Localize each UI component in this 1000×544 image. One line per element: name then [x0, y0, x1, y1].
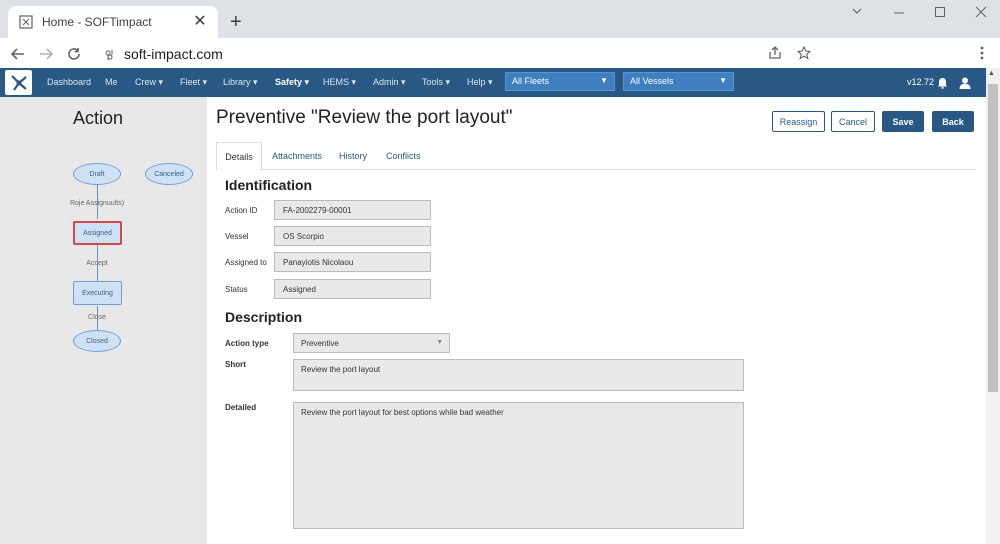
forward-arrow-icon[interactable]: [36, 44, 56, 64]
content-tabs: [216, 142, 976, 170]
browser-menu-icon[interactable]: [979, 46, 985, 64]
tab-history[interactable]: History: [339, 151, 367, 161]
version-label: v12.72: [907, 77, 935, 87]
action-id-label: Action ID: [225, 206, 258, 215]
caret-down-icon: ▼: [600, 76, 608, 85]
page-title: Preventive "Review the port layout": [216, 107, 513, 128]
share-icon[interactable]: [768, 46, 782, 64]
site-info-icon[interactable]: [104, 48, 116, 66]
tab-title: Home - SOFTimpact: [42, 15, 152, 29]
nav-library[interactable]: Library ▾: [223, 77, 258, 88]
softimpact-favicon-icon: [18, 14, 34, 30]
caret-down-icon: ▼: [436, 339, 443, 346]
detailed-label: Detailed: [225, 403, 257, 412]
user-icon[interactable]: [959, 76, 971, 94]
fleet-select-value: All Fleets: [512, 76, 550, 86]
caret-down-icon: ▼: [719, 76, 727, 85]
softimpact-logo-icon[interactable]: [5, 70, 32, 95]
browser-tab[interactable]: Home - SOFTimpact ✕: [8, 6, 218, 38]
vessel-field: OS Scorpio: [274, 226, 431, 246]
scrollbar-thumb[interactable]: [988, 84, 998, 392]
transition-label: Close: [88, 314, 106, 321]
transition-label: Roje Assignuults): [69, 200, 125, 207]
new-tab-icon[interactable]: +: [230, 12, 242, 32]
reassign-button[interactable]: Reassign: [772, 111, 825, 132]
transition-label: Accept: [86, 260, 108, 267]
nav-hems[interactable]: HEMS ▾: [323, 77, 356, 88]
tab-conflicts[interactable]: Conflicts: [386, 151, 421, 161]
assigned-to-field: Panayiotis Nicolaou: [274, 252, 431, 272]
action-type-select[interactable]: Preventive ▼: [293, 333, 450, 353]
nav-fleet[interactable]: Fleet ▾: [180, 77, 207, 88]
state-canceled[interactable]: Canceled: [145, 163, 193, 185]
nav-safety[interactable]: Safety ▾: [275, 77, 309, 88]
reload-icon[interactable]: [64, 44, 84, 64]
vessel-select-value: All Vessels: [630, 76, 674, 86]
action-id-field: FA-2002279-00001: [274, 200, 431, 220]
fleet-select[interactable]: All Fleets ▼: [505, 72, 615, 91]
maximize-icon[interactable]: [934, 4, 946, 20]
tab-details[interactable]: Details: [216, 142, 262, 171]
description-heading: Description: [225, 309, 303, 325]
vessel-select[interactable]: All Vessels ▼: [623, 72, 734, 91]
vessel-label: Vessel: [225, 232, 249, 241]
action-type-value: Preventive: [301, 339, 339, 348]
tab-search-icon[interactable]: [851, 4, 863, 20]
bell-icon[interactable]: [937, 76, 948, 94]
nav-me[interactable]: Me: [105, 77, 118, 87]
nav-dashboard[interactable]: Dashboard: [47, 77, 91, 87]
assigned-to-label: Assigned to: [225, 258, 267, 267]
short-description-field[interactable]: Review the port layout: [293, 359, 744, 391]
minimize-icon[interactable]: [893, 4, 905, 20]
status-label: Status: [225, 285, 248, 294]
workflow-title: Action: [73, 108, 124, 128]
action-type-label: Action type: [225, 339, 269, 348]
short-label: Short: [225, 360, 246, 369]
status-field: Assigned: [274, 279, 431, 299]
nav-admin[interactable]: Admin ▾: [373, 77, 406, 88]
state-draft[interactable]: Draft: [73, 163, 121, 185]
close-tab-icon[interactable]: ✕: [192, 14, 208, 30]
state-assigned[interactable]: Assigned: [73, 221, 122, 245]
cancel-button[interactable]: Cancel: [831, 111, 875, 132]
tab-attachments[interactable]: Attachments: [272, 151, 322, 161]
scroll-up-icon[interactable]: ▲: [988, 70, 995, 77]
bookmark-star-icon[interactable]: [796, 45, 812, 64]
identification-heading: Identification: [225, 177, 313, 193]
close-window-icon[interactable]: [975, 4, 987, 20]
back-arrow-icon[interactable]: [8, 44, 28, 64]
state-executing[interactable]: Executing: [73, 281, 122, 305]
detailed-description-field[interactable]: Review the port layout for best options …: [293, 402, 744, 529]
nav-crew[interactable]: Crew ▾: [135, 77, 163, 88]
nav-help[interactable]: Help ▾: [467, 77, 493, 88]
url-bar[interactable]: soft-impact.com: [124, 46, 223, 62]
save-button[interactable]: Save: [882, 111, 924, 132]
state-closed[interactable]: Closed: [73, 330, 121, 352]
nav-tools[interactable]: Tools ▾: [422, 77, 450, 88]
back-button[interactable]: Back: [932, 111, 974, 132]
